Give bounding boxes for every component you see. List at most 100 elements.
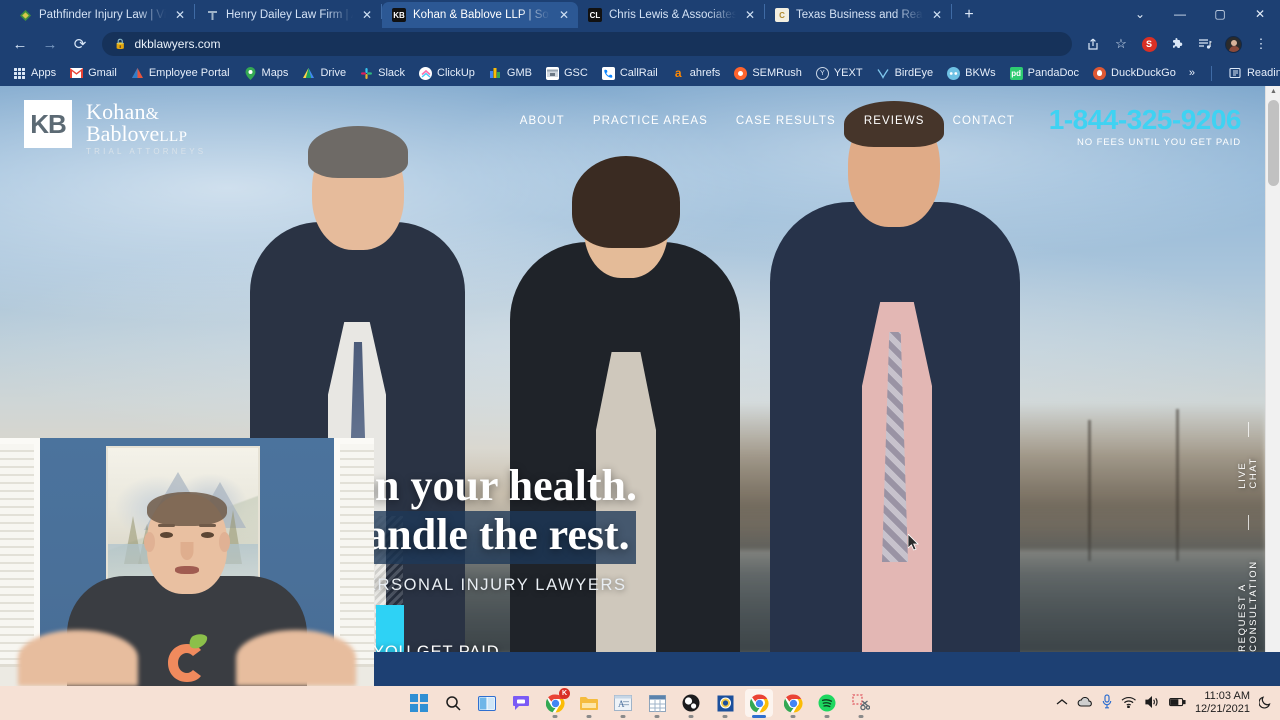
address-bar[interactable]: 🔒 dkblawyers.com <box>102 32 1072 56</box>
do-not-disturb-icon[interactable] <box>1258 695 1272 712</box>
webcam-person <box>18 486 356 686</box>
microphone-icon[interactable] <box>1102 694 1112 712</box>
badge-app[interactable] <box>711 689 739 717</box>
wifi-icon[interactable] <box>1121 696 1136 711</box>
bookmark-label: PandaDoc <box>1027 67 1080 79</box>
site-logo[interactable]: KB Kohan& BabloveLLP TRIAL ATTORNEYS <box>24 100 206 156</box>
bookmark-drive[interactable]: Drive <box>295 65 353 82</box>
tab-search-chevron-icon[interactable]: ⌄ <box>1120 0 1160 28</box>
clock-date: 12/21/2021 <box>1194 703 1250 715</box>
volume-icon[interactable] <box>1145 695 1160 711</box>
chrome-icon <box>749 693 769 712</box>
request-consultation-button[interactable]: REQUEST A CONSULTATION <box>1237 538 1259 652</box>
scroll-up-arrow-icon[interactable]: ▲ <box>1269 88 1278 95</box>
tab-close-icon[interactable]: ✕ <box>930 9 944 21</box>
browser-tab[interactable]: Henry Dailey Law Firm | Alabama ✕ <box>195 2 381 28</box>
bookmark-clickup[interactable]: ClickUp <box>412 65 482 82</box>
start-button[interactable] <box>405 689 433 717</box>
bookmark-bkws[interactable]: BKWs <box>940 65 1003 82</box>
nav-item-case-results[interactable]: CASE RESULTS <box>736 115 836 127</box>
chat-button[interactable] <box>507 689 535 717</box>
taskbar-clock[interactable]: 11:03 AM 12/21/2021 <box>1195 690 1250 716</box>
window-shutter-right <box>334 438 374 672</box>
extensions-puzzle-icon[interactable] <box>1164 31 1190 57</box>
share-icon[interactable] <box>1080 31 1106 57</box>
bookmark-maps[interactable]: Maps <box>237 65 296 82</box>
nav-item-about[interactable]: ABOUT <box>520 115 565 127</box>
webcam-overlay <box>0 438 374 686</box>
person-arm <box>18 630 138 686</box>
show-hidden-icons-button[interactable] <box>1056 697 1068 709</box>
logo-mark-text: KB <box>30 108 67 139</box>
taskbar-apps: K A <box>405 688 875 717</box>
k-badge-icon: K <box>559 688 570 699</box>
bookmark-employee-portal[interactable]: Employee Portal <box>124 65 237 82</box>
tab-close-icon[interactable]: ✕ <box>173 9 187 21</box>
scrollbar-thumb[interactable] <box>1268 100 1279 186</box>
chrome-menu-icon[interactable]: ⋮ <box>1248 31 1274 57</box>
bookmark-gmb[interactable]: GMB <box>482 65 539 82</box>
file-explorer[interactable] <box>575 689 603 717</box>
chrome-second[interactable] <box>779 689 807 717</box>
toolbar: ← → ⟳ 🔒 dkblawyers.com ☆ S ⋮ <box>0 28 1280 60</box>
bookmark-slack[interactable]: Slack <box>353 65 412 82</box>
bookmark-birdeye[interactable]: BirdEye <box>870 65 941 82</box>
avatar[interactable] <box>1220 31 1246 57</box>
snip-tool[interactable] <box>847 689 875 717</box>
logo-line1: Kohan <box>86 99 146 124</box>
nav-item-reviews[interactable]: REVIEWS <box>864 115 925 127</box>
page-scrollbar[interactable]: ▲ <box>1265 86 1280 652</box>
slack-icon <box>360 67 373 80</box>
back-button[interactable]: ← <box>6 30 34 58</box>
bookmark-star-icon[interactable]: ☆ <box>1108 31 1134 57</box>
new-tab-button[interactable]: + <box>956 2 982 28</box>
browser-tab[interactable]: CL Chris Lewis & Associates, P.C. | C ✕ <box>578 2 764 28</box>
live-chat-button[interactable]: LIVE CHAT <box>1237 445 1259 489</box>
reload-button[interactable]: ⟳ <box>66 30 94 58</box>
bookmark-gsc[interactable]: GSC <box>539 65 595 82</box>
word-app[interactable]: A <box>609 689 637 717</box>
search-button[interactable] <box>439 689 467 717</box>
bookmark-label: SEMRush <box>752 67 802 79</box>
maximize-button[interactable]: ▢ <box>1200 0 1240 28</box>
tab-close-icon[interactable]: ✕ <box>557 9 571 21</box>
bookmark-semrush[interactable]: SEMRush <box>727 65 809 82</box>
bookmark-yext[interactable]: Y YEXT <box>809 65 870 82</box>
tab-close-icon[interactable]: ✕ <box>360 9 374 21</box>
browser-tab[interactable]: C Texas Business and Real Estate La ✕ <box>765 2 951 28</box>
obs-app[interactable] <box>677 689 705 717</box>
bookmark-pandadoc[interactable]: pd PandaDoc <box>1003 65 1086 82</box>
battery-icon[interactable] <box>1168 697 1186 710</box>
tab-close-icon[interactable]: ✕ <box>743 9 757 21</box>
close-window-button[interactable]: ✕ <box>1240 0 1280 28</box>
tshirt-logo-icon <box>157 630 217 686</box>
task-view-icon <box>478 695 496 711</box>
extension-s-icon[interactable]: S <box>1136 31 1162 57</box>
reading-list-button[interactable]: Reading list <box>1222 65 1280 82</box>
bookmark-gmail[interactable]: Gmail <box>63 65 124 82</box>
spotify-app[interactable] <box>813 689 841 717</box>
bookmark-callrail[interactable]: CallRail <box>595 65 665 82</box>
chrome-active[interactable] <box>745 689 773 717</box>
browser-tab-active[interactable]: KB Kohan & Bablove LLP | Southern ✕ <box>382 2 578 28</box>
reading-list-icon[interactable] <box>1192 31 1218 57</box>
bookmark-duckduckgo[interactable]: DuckDuckGo <box>1086 65 1183 82</box>
bookmarks-overflow-button[interactable]: » <box>1183 67 1201 79</box>
tab-title: Chris Lewis & Associates, P.C. | C <box>609 9 736 21</box>
spreadsheet-app[interactable] <box>643 689 671 717</box>
header-phone-block[interactable]: 1-844-325-9206 NO FEES UNTIL YOU GET PAI… <box>1049 106 1242 149</box>
windows-taskbar: K A 11:03 AM 12/21/2021 <box>0 686 1280 720</box>
browser-tab[interactable]: Pathfinder Injury Law | Virginia W ✕ <box>8 2 194 28</box>
nav-item-practice-areas[interactable]: PRACTICE AREAS <box>593 115 708 127</box>
chrome-k-app[interactable]: K <box>541 688 570 717</box>
minimize-button[interactable]: — <box>1160 0 1200 28</box>
screen: Pathfinder Injury Law | Virginia W ✕ Hen… <box>0 0 1280 720</box>
onedrive-icon[interactable] <box>1077 696 1093 710</box>
bookmark-apps[interactable]: Apps <box>6 65 63 82</box>
task-view-button[interactable] <box>473 689 501 717</box>
bookmark-ahrefs[interactable]: a ahrefs <box>665 65 728 82</box>
forward-button[interactable]: → <box>36 30 64 58</box>
nav-item-contact[interactable]: CONTACT <box>953 115 1015 127</box>
phone-number[interactable]: 1-844-325-9206 <box>1049 106 1242 134</box>
spotify-icon <box>818 694 836 712</box>
